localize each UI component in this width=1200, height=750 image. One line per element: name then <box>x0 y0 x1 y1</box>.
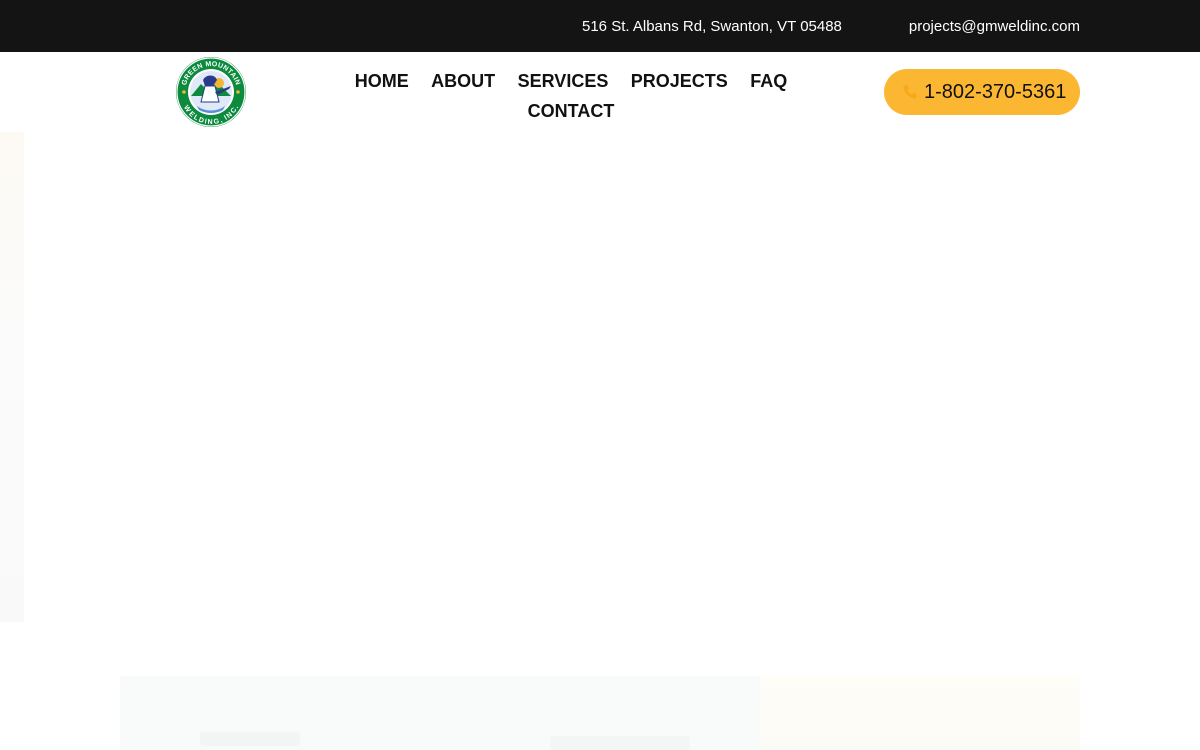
nav-home[interactable]: HOME <box>355 66 409 96</box>
call-phone-button[interactable]: 1-802-370-5361 <box>884 69 1080 115</box>
phone-number: 1-802-370-5361 <box>924 81 1067 103</box>
nav-services[interactable]: SERVICES <box>518 66 609 96</box>
feature-card-primary <box>120 676 760 750</box>
card-heading-placeholder <box>200 732 300 746</box>
company-logo[interactable]: GREEN MOUNTAIN WELDING, INC. <box>175 56 247 128</box>
nav-about[interactable]: ABOUT <box>431 66 495 96</box>
nav-projects[interactable]: PROJECTS <box>631 66 728 96</box>
phone-icon <box>903 85 917 99</box>
email-link[interactable]: projects@gmweldinc.com <box>909 18 1080 36</box>
nav-contact[interactable]: CONTACT <box>528 96 615 126</box>
card-button-placeholder <box>550 736 690 750</box>
top-info-bar: 516 St. Albans Rd, Swanton, VT 05488 pro… <box>0 0 1200 52</box>
logo-badge-icon: GREEN MOUNTAIN WELDING, INC. <box>176 57 246 127</box>
site-header: GREEN MOUNTAIN WELDING, INC. HOME ABOUT … <box>0 52 1200 132</box>
feature-card-secondary <box>760 676 1080 750</box>
hero-slide-edge <box>0 132 24 622</box>
address-text: 516 St. Albans Rd, Swanton, VT 05488 <box>582 18 842 35</box>
main-navigation: HOME ABOUT SERVICES PROJECTS FAQ CONTACT <box>340 66 802 126</box>
feature-cards <box>120 676 1080 750</box>
nav-faq[interactable]: FAQ <box>750 66 787 96</box>
hero-section <box>0 132 1200 622</box>
